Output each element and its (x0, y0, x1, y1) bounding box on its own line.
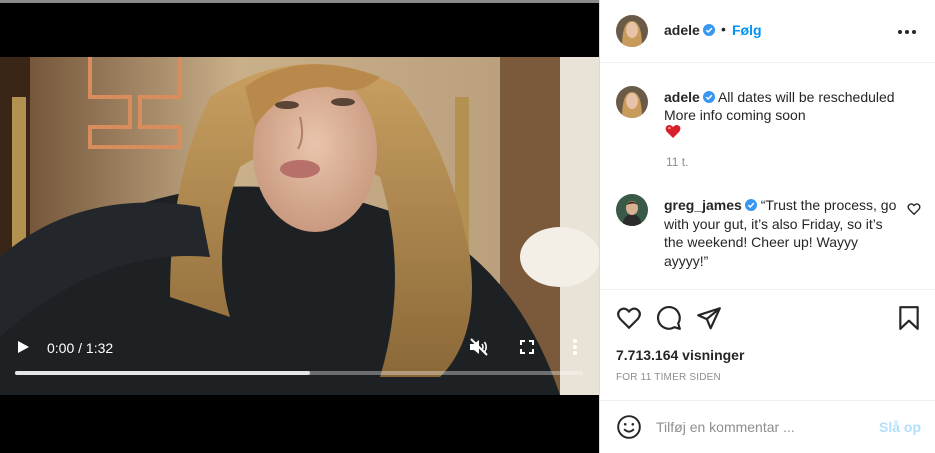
post-header: adele • Følg (600, 0, 935, 63)
video-player[interactable]: 0:00 / 1:32 (0, 0, 599, 453)
heart-outline-icon[interactable] (907, 202, 921, 216)
post-panel: adele • Følg adele All dates will be res… (599, 0, 935, 453)
heart-outline-icon[interactable] (616, 305, 642, 331)
post-age[interactable]: FOR 11 TIMER SIDEN (616, 372, 721, 383)
avatar[interactable] (616, 15, 648, 47)
comment-bubble-icon[interactable] (656, 305, 682, 331)
header-username[interactable]: adele (664, 22, 715, 38)
more-horizontal-icon[interactable] (896, 22, 918, 42)
play-icon[interactable] (14, 338, 32, 356)
comment-text: greg_james “Trust the process, go with y… (664, 196, 904, 270)
top-edge (0, 0, 599, 3)
caption-time[interactable]: 11 t. (666, 155, 688, 169)
header-username-text[interactable]: adele (664, 22, 700, 38)
muted-speaker-icon[interactable] (468, 337, 490, 357)
caption-line-1: All dates will be rescheduled (717, 89, 895, 105)
comment-username[interactable]: greg_james (664, 197, 742, 213)
fullscreen-icon[interactable] (518, 338, 536, 356)
verified-badge-icon (702, 89, 715, 103)
video-time: 0:00 / 1:32 (47, 340, 114, 356)
follow-button[interactable]: Følg (732, 22, 762, 38)
action-bar: 7.713.164 visninger FOR 11 TIMER SIDEN (600, 289, 935, 401)
caption-username[interactable]: adele (664, 89, 700, 105)
verified-badge-icon (702, 23, 715, 36)
add-comment-bar: Slå op (600, 401, 935, 453)
bookmark-icon[interactable] (896, 305, 922, 331)
more-vertical-icon[interactable] (568, 337, 582, 357)
smiley-icon[interactable] (616, 414, 642, 440)
caption-text: adele All dates will be rescheduled More… (664, 88, 924, 124)
comment-input[interactable] (656, 415, 876, 439)
progress-bar[interactable] (15, 371, 583, 375)
progress-fill (15, 371, 311, 375)
paper-plane-icon[interactable] (696, 305, 722, 331)
verified-badge-icon (744, 197, 757, 211)
caption-line-2: More info coming soon (664, 107, 806, 123)
caption-avatar[interactable] (616, 86, 648, 118)
comment-avatar[interactable] (616, 194, 648, 226)
view-count[interactable]: 7.713.164 visninger (616, 347, 744, 363)
video-controls: 0:00 / 1:32 (0, 330, 599, 380)
separator-dot: • (721, 21, 726, 37)
red-heart-icon (665, 124, 681, 139)
post-button[interactable]: Slå op (879, 419, 921, 435)
